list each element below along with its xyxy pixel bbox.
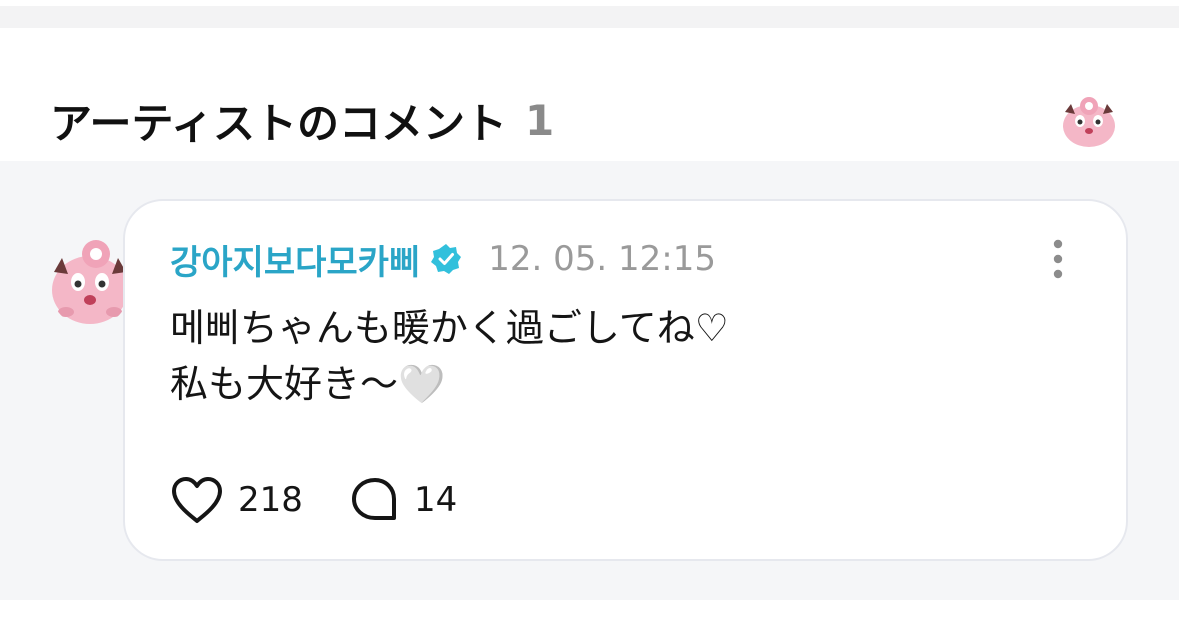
like-count: 218: [238, 480, 303, 520]
comment-body: 메삐ちゃんも暖かく過ごしてね♡ 私も大好き〜🤍: [170, 300, 1070, 412]
reply-count: 14: [414, 480, 458, 520]
comment-line-1: 메삐ちゃんも暖かく過ごしてね♡: [170, 306, 729, 350]
comment-line-2: 私も大好き〜🤍: [170, 362, 446, 406]
heart-outline-icon: [172, 477, 222, 523]
comment-header: 강아지보다모카삐 12. 05. 12:15: [170, 235, 716, 284]
author-avatar[interactable]: [48, 236, 132, 328]
top-separator-bar: [0, 6, 1179, 28]
section-title: アーティストのコメント 1: [50, 92, 554, 148]
author-name[interactable]: 강아지보다모카삐: [170, 235, 420, 284]
comment-count: 1: [524, 95, 555, 145]
like-button[interactable]: 218: [170, 474, 303, 526]
comment-timestamp: 12. 05. 12:15: [488, 239, 716, 279]
section-title-text: アーティストのコメント: [50, 98, 507, 148]
more-options-button[interactable]: [1044, 238, 1072, 280]
verified-badge-icon: [430, 243, 462, 275]
speech-bubble-icon: [352, 478, 396, 520]
more-vertical-icon: [1053, 239, 1063, 279]
current-user-avatar[interactable]: [1059, 90, 1119, 150]
reply-button[interactable]: 14: [350, 474, 457, 526]
